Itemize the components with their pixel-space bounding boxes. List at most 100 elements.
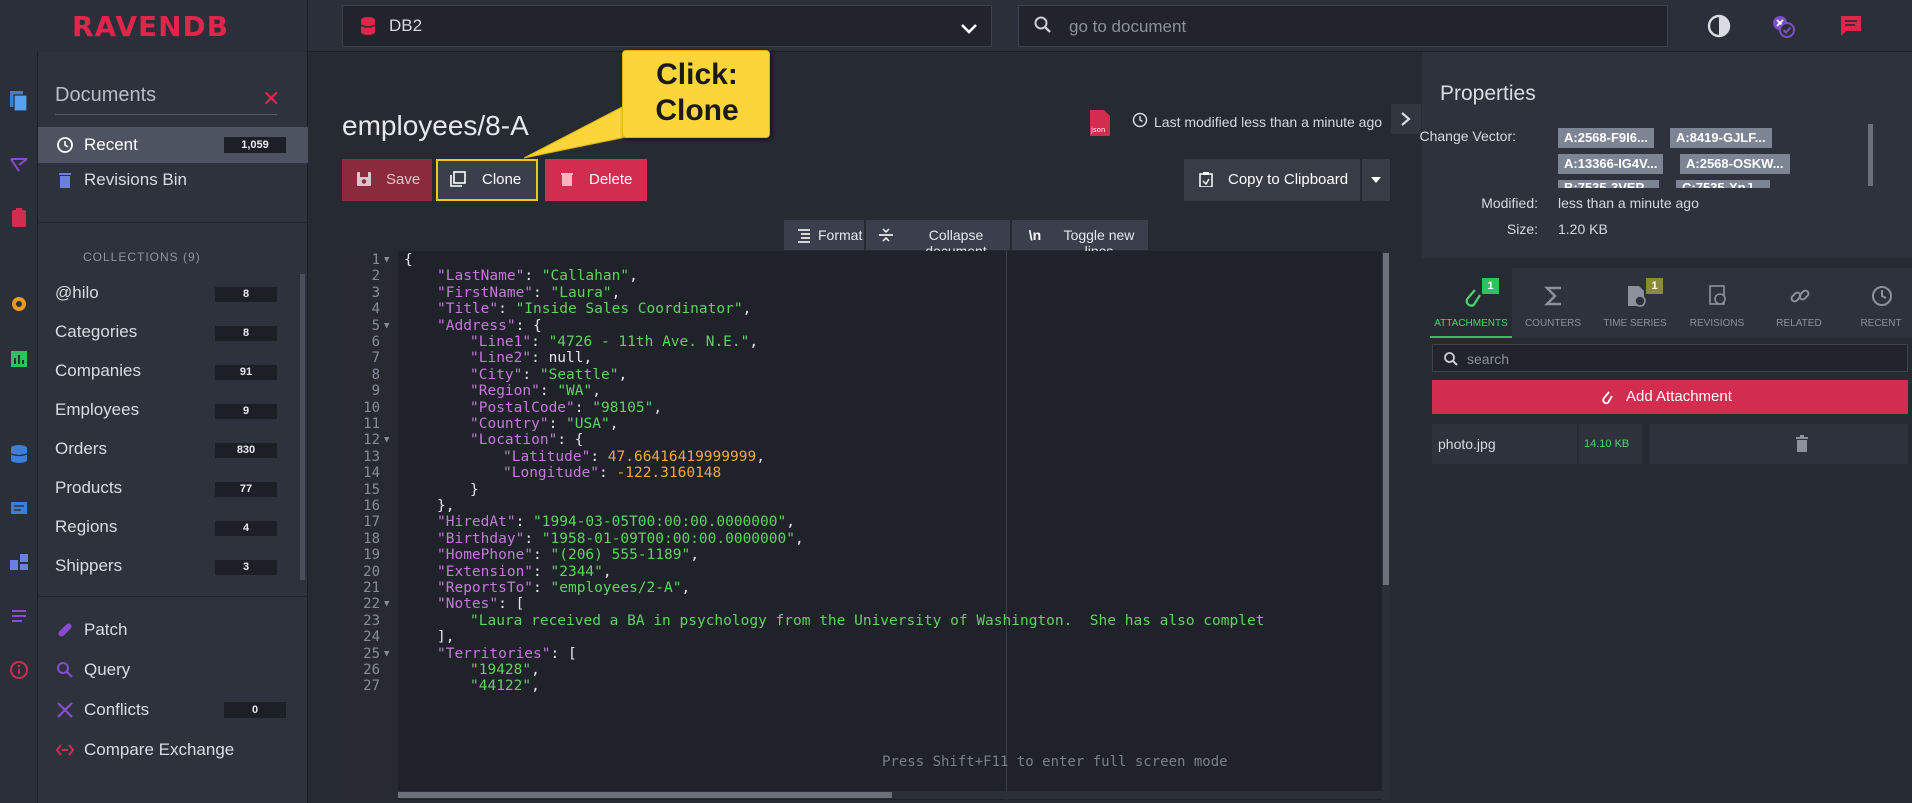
change-vector-scrollbar[interactable] (1868, 124, 1873, 186)
collection-item[interactable]: Orders 830 (38, 430, 298, 469)
line-number: 18 (363, 530, 380, 547)
fold-toggle-icon[interactable]: ▼ (384, 599, 389, 609)
sidebar-item-recent[interactable]: Recent 1,059 (38, 127, 308, 163)
json-punctuation: : { (557, 432, 584, 449)
count-badge: 4 (215, 521, 277, 536)
json-code-editor[interactable]: 1 ▼ 2 3 4 5 ▼ 6 7 8 9 10 11 12 ▼ 13 14 15 16 17 18 19 20 21 22 ▼ 2… (342, 251, 1390, 800)
sidebar-item-query[interactable]: Query (38, 652, 308, 688)
sidebar-item-revisions-bin[interactable]: Revisions Bin (38, 162, 308, 198)
clock-icon (1872, 286, 1892, 306)
fold-toggle-icon[interactable]: ▼ (384, 435, 389, 445)
json-punctuation: : (599, 465, 617, 482)
copy-options-dropdown[interactable] (1362, 159, 1390, 201)
attachment-search[interactable] (1432, 344, 1908, 372)
json-punctuation: : { (515, 317, 542, 334)
tab-recent[interactable]: RECENT (1840, 268, 1912, 338)
collection-item[interactable]: Categories 8 (38, 313, 298, 352)
code-line: { (404, 252, 413, 268)
copy-to-clipboard-button[interactable]: Copy to Clipboard (1184, 159, 1360, 201)
size-value: 1.20 KB (1558, 221, 1608, 237)
notifications-icon[interactable] (1838, 13, 1864, 39)
tab-counters[interactable]: COUNTERS (1512, 268, 1594, 338)
database-name: DB2 (389, 16, 423, 35)
code-line: "HiredAt": "1994-03-05T00:00:00.0000000"… (437, 514, 795, 530)
about-menu-icon[interactable] (7, 658, 31, 682)
ravendb-logo[interactable]: RAVENDB (72, 10, 229, 43)
editor-horizontal-scroll-thumb[interactable] (398, 792, 892, 798)
collapse-document-button[interactable]: Collapse document (866, 220, 1010, 259)
sidebar-item-patch[interactable]: Patch (38, 612, 308, 648)
json-punctuation: : (522, 366, 540, 383)
change-vector-badge[interactable]: A:2568-F9I6... (1558, 128, 1654, 148)
attachment-search-input[interactable] (1467, 350, 1887, 368)
settings-menu-icon[interactable] (7, 292, 31, 316)
trash-icon[interactable] (1794, 435, 1810, 453)
json-punctuation: : (533, 284, 551, 301)
collection-name: @hilo (55, 283, 99, 302)
json-key: "Country" (470, 416, 549, 432)
tab-time-series[interactable]: 1 TIME SERIES (1594, 268, 1676, 338)
clone-button[interactable]: Clone (436, 159, 538, 201)
collection-item[interactable]: @hilo 8 (38, 274, 298, 313)
code-line: "Latitude": 47.66416419999999, (503, 449, 765, 465)
cluster-menu-icon[interactable] (7, 550, 31, 574)
sidebar-item-conflicts[interactable]: Conflicts 0 (38, 692, 308, 728)
search-input[interactable] (1069, 16, 1629, 38)
json-number: -122.3160148 (616, 465, 722, 482)
collection-item[interactable]: Employees 9 (38, 391, 298, 430)
toggle-new-lines-button[interactable]: \n Toggle new lines (1012, 220, 1148, 259)
collection-item[interactable]: Shippers 3 (38, 547, 298, 586)
change-vector-badge[interactable]: A:13366-IG4V... (1558, 154, 1664, 174)
fold-toggle-icon[interactable]: ▼ (384, 255, 389, 265)
attachment-name[interactable]: photo.jpg (1438, 436, 1496, 452)
json-key: "Birthday" (437, 530, 525, 547)
collection-item[interactable]: Companies 91 (38, 352, 298, 391)
fold-toggle-icon[interactable]: ▼ (384, 321, 389, 331)
editor-vertical-scroll-thumb[interactable] (1383, 253, 1389, 585)
json-key: "Location" (470, 432, 558, 449)
go-to-document-search[interactable] (1018, 5, 1668, 47)
json-key: "LastName" (437, 268, 525, 285)
manage-server-menu-icon[interactable] (7, 496, 31, 520)
stats-menu-icon[interactable] (7, 347, 31, 371)
json-string: "(206) 555-1189" (550, 547, 691, 564)
code-line: "19428", (470, 662, 540, 678)
fold-toggle-icon[interactable]: ▼ (384, 649, 389, 659)
add-attachment-button[interactable]: Add Attachment (1432, 380, 1908, 414)
line-number: 23 (363, 612, 380, 629)
collection-item[interactable]: Regions 4 (38, 508, 298, 547)
close-icon[interactable]: ✕ (262, 86, 280, 112)
tab-attachments[interactable]: 1 ATTACHMENTS (1430, 268, 1512, 338)
clone-button-label: Clone (482, 171, 522, 188)
change-vector-badge[interactable]: A:8419-GJLF... (1670, 128, 1772, 148)
sidebar-item-compare-exchange[interactable]: Compare Exchange (38, 732, 308, 768)
collections-scrollbar[interactable] (300, 274, 305, 580)
sidebar-item-label: Patch (84, 620, 128, 639)
tasks-menu-icon[interactable] (7, 206, 31, 230)
cluster-status-icon[interactable] (1770, 13, 1796, 39)
attachments-count-badge: 1 (1482, 278, 1499, 294)
tab-related[interactable]: RELATED (1758, 268, 1840, 338)
documents-menu-icon[interactable] (7, 88, 31, 112)
collection-name: Products (55, 478, 123, 497)
print-margin-line (1006, 251, 1007, 800)
change-vector-badge[interactable]: C:7535-XpJ... (1676, 180, 1770, 188)
delete-button[interactable]: Delete (545, 159, 647, 201)
collection-name: Regions (55, 517, 118, 536)
json-file-icon: json (1090, 110, 1110, 136)
indexes-menu-icon[interactable] (7, 153, 31, 177)
change-vector-badge[interactable]: A:2568-OSKW... (1680, 154, 1790, 174)
database-selector[interactable]: DB2 (342, 5, 992, 47)
json-punctuation: , (681, 580, 691, 596)
collection-item[interactable]: Products 77 (38, 469, 298, 508)
tab-revisions[interactable]: REVISIONS (1676, 268, 1758, 338)
databases-menu-icon[interactable] (7, 442, 31, 466)
line-number: 14 (363, 465, 380, 482)
tasks-list-menu-icon[interactable] (7, 604, 31, 628)
json-key: "Line2" (470, 350, 532, 367)
save-button[interactable]: Save (342, 159, 432, 201)
change-vector-badge[interactable]: B:7535-3VEP... (1558, 180, 1660, 188)
format-button[interactable]: Format (784, 220, 864, 250)
attachment-row[interactable]: photo.jpg 14.10 KB (1432, 424, 1908, 464)
theme-contrast-icon[interactable] (1706, 13, 1732, 39)
